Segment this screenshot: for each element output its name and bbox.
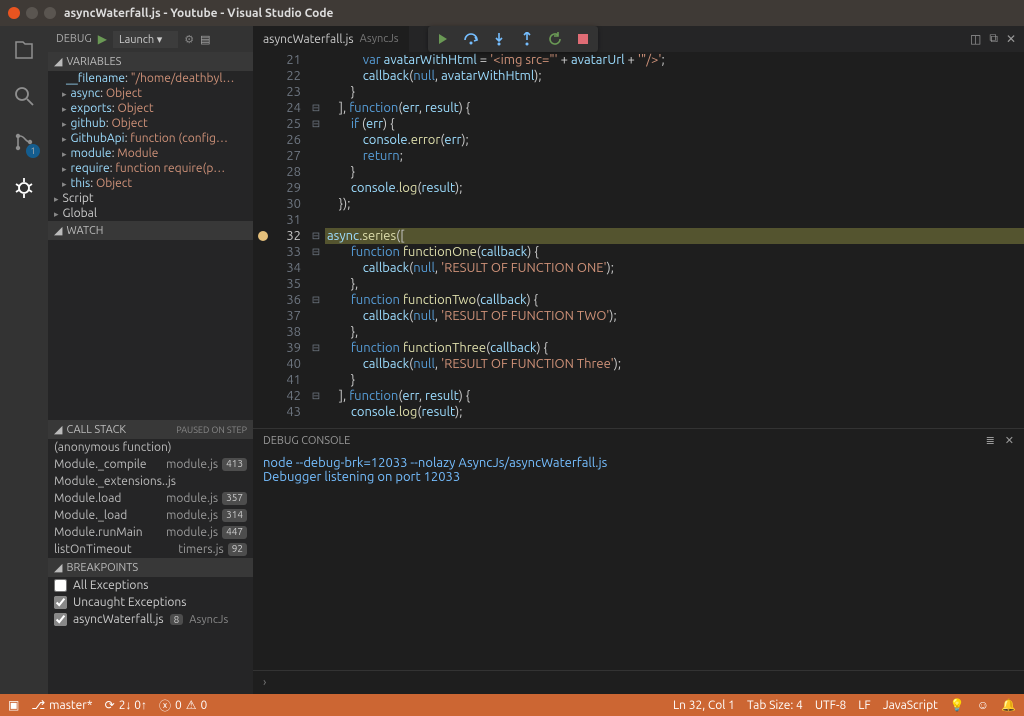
variable-row[interactable]: __filename: "/home/deathbyl… bbox=[48, 71, 253, 86]
debug-icon[interactable] bbox=[10, 174, 38, 202]
window-minimize-button[interactable] bbox=[26, 7, 38, 19]
console-info: Debugger listening on port 12033 bbox=[263, 470, 1014, 484]
debug-console-input[interactable]: › bbox=[253, 670, 1024, 694]
stack-frame[interactable]: Module._extensions..js bbox=[48, 473, 253, 490]
activity-bar: 1 bbox=[0, 26, 48, 694]
breakpoint-checkbox[interactable] bbox=[54, 613, 67, 626]
launch-config-select[interactable]: Launch ▾ bbox=[113, 31, 178, 48]
console-command: node --debug-brk=12033 --nolazy AsyncJs/… bbox=[263, 456, 1014, 470]
variables-list: __filename: "/home/deathbyl…async: Objec… bbox=[48, 71, 253, 221]
stack-frame[interactable]: Module.loadmodule.js357 bbox=[48, 490, 253, 507]
scope-row[interactable]: Script bbox=[48, 191, 253, 206]
stack-frame[interactable]: Module._loadmodule.js314 bbox=[48, 507, 253, 524]
stack-frame[interactable]: listOnTimeouttimers.js92 bbox=[48, 541, 253, 558]
scope-row[interactable]: Global bbox=[48, 206, 253, 221]
status-cursor-position[interactable]: Ln 32, Col 1 bbox=[673, 699, 735, 712]
breakpoints-list: All ExceptionsUncaught ExceptionsasyncWa… bbox=[48, 577, 253, 628]
step-out-button[interactable] bbox=[518, 30, 536, 48]
scm-badge: 1 bbox=[26, 144, 40, 158]
status-eol[interactable]: LF bbox=[858, 699, 870, 712]
breakpoint-row[interactable]: asyncWaterfall.js8AsyncJs bbox=[48, 611, 253, 628]
variable-row[interactable]: exports: Object bbox=[48, 101, 253, 116]
code-editor[interactable]: 2122232425262728293031323334353637383940… bbox=[253, 52, 1024, 428]
editor-actions: ◫ ⧉ ✕ bbox=[970, 26, 1024, 52]
variable-row[interactable]: this: Object bbox=[48, 176, 253, 191]
status-branch[interactable]: ⎇ master* bbox=[31, 698, 92, 712]
callstack-list: (anonymous function)Module._compilemodul… bbox=[48, 439, 253, 558]
window-maximize-button[interactable] bbox=[44, 7, 56, 19]
watch-section-header[interactable]: ◢ WATCH bbox=[48, 221, 253, 240]
status-language[interactable]: JavaScript bbox=[883, 699, 938, 712]
editor-tab-row: asyncWaterfall.js AsyncJs ◫ ⧉ ✕ bbox=[253, 26, 1024, 52]
breakpoint-row[interactable]: All Exceptions bbox=[48, 577, 253, 594]
stack-frame[interactable]: (anonymous function) bbox=[48, 439, 253, 456]
step-over-button[interactable] bbox=[462, 30, 480, 48]
debug-sidebar-header: DEBUG ▶ Launch ▾ ⚙ ▤ bbox=[48, 26, 253, 52]
sidebar-title: DEBUG bbox=[56, 33, 92, 45]
explorer-icon[interactable] bbox=[10, 36, 38, 64]
status-feedback-icon[interactable]: 💡 bbox=[950, 698, 965, 712]
console-toggle-icon[interactable]: ▤ bbox=[200, 33, 210, 46]
continue-button[interactable] bbox=[434, 30, 452, 48]
configure-gear-icon[interactable]: ⚙ bbox=[184, 33, 194, 46]
window-title: asyncWaterfall.js - Youtube - Visual Stu… bbox=[64, 7, 333, 20]
stop-button[interactable] bbox=[574, 30, 592, 48]
status-smiley-icon[interactable]: ☺ bbox=[977, 698, 989, 712]
variable-row[interactable]: require: function require(p… bbox=[48, 161, 253, 176]
more-actions-icon[interactable]: ✕ bbox=[1006, 32, 1016, 46]
debug-sidebar: DEBUG ▶ Launch ▾ ⚙ ▤ ◢ VARIABLES __filen… bbox=[48, 26, 253, 694]
tab-folder: AsyncJs bbox=[360, 33, 399, 45]
callstack-section-header[interactable]: ◢ CALL STACKPAUSED ON STEP bbox=[48, 420, 253, 439]
watch-list bbox=[48, 240, 253, 420]
breakpoint-checkbox[interactable] bbox=[54, 596, 67, 609]
close-panel-icon[interactable]: ✕ bbox=[1005, 434, 1014, 447]
variable-row[interactable]: async: Object bbox=[48, 86, 253, 101]
show-opened-icon[interactable]: ⧉ bbox=[989, 32, 998, 46]
breakpoint-row[interactable]: Uncaught Exceptions bbox=[48, 594, 253, 611]
status-errors[interactable]: ⓧ 0 ⚠ 0 bbox=[159, 697, 207, 714]
debug-console[interactable]: node --debug-brk=12033 --nolazy AsyncJs/… bbox=[253, 452, 1024, 670]
stack-frame[interactable]: Module._compilemodule.js413 bbox=[48, 456, 253, 473]
window-buttons bbox=[8, 7, 56, 19]
split-editor-icon[interactable]: ◫ bbox=[970, 32, 981, 46]
source-control-icon[interactable]: 1 bbox=[10, 128, 38, 156]
breakpoints-section-header[interactable]: ◢ BREAKPOINTS bbox=[48, 558, 253, 577]
step-into-button[interactable] bbox=[490, 30, 508, 48]
variables-section-header[interactable]: ◢ VARIABLES bbox=[48, 52, 253, 71]
variable-row[interactable]: github: Object bbox=[48, 116, 253, 131]
status-sync[interactable]: ⟳ 2↓ 0↑ bbox=[105, 698, 147, 712]
stack-frame[interactable]: Module.runMainmodule.js447 bbox=[48, 524, 253, 541]
debug-console-title: DEBUG CONSOLE bbox=[263, 435, 350, 447]
restart-button[interactable] bbox=[546, 30, 564, 48]
tab-filename: asyncWaterfall.js bbox=[263, 33, 354, 46]
debug-toolbar bbox=[428, 26, 598, 52]
breakpoint-checkbox[interactable] bbox=[54, 579, 67, 592]
status-tab-size[interactable]: Tab Size: 4 bbox=[747, 699, 803, 712]
status-remote-icon[interactable]: ▣ bbox=[8, 698, 19, 712]
clear-console-icon[interactable]: ≣ bbox=[986, 434, 995, 447]
window-close-button[interactable] bbox=[8, 7, 20, 19]
start-debug-button[interactable]: ▶ bbox=[98, 32, 107, 46]
search-icon[interactable] bbox=[10, 82, 38, 110]
status-bar: ▣ ⎇ master* ⟳ 2↓ 0↑ ⓧ 0 ⚠ 0 Ln 32, Col 1… bbox=[0, 694, 1024, 716]
status-encoding[interactable]: UTF-8 bbox=[815, 699, 846, 712]
status-bell-icon[interactable]: 🔔 bbox=[1001, 698, 1016, 712]
debug-console-header: DEBUG CONSOLE ≣ ✕ bbox=[253, 428, 1024, 452]
variable-row[interactable]: module: Module bbox=[48, 146, 253, 161]
variable-row[interactable]: GithubApi: function (config… bbox=[48, 131, 253, 146]
editor-area: asyncWaterfall.js AsyncJs ◫ ⧉ ✕ 21222324… bbox=[253, 26, 1024, 694]
window-titlebar: asyncWaterfall.js - Youtube - Visual Stu… bbox=[0, 0, 1024, 26]
editor-tab[interactable]: asyncWaterfall.js AsyncJs bbox=[253, 26, 409, 52]
